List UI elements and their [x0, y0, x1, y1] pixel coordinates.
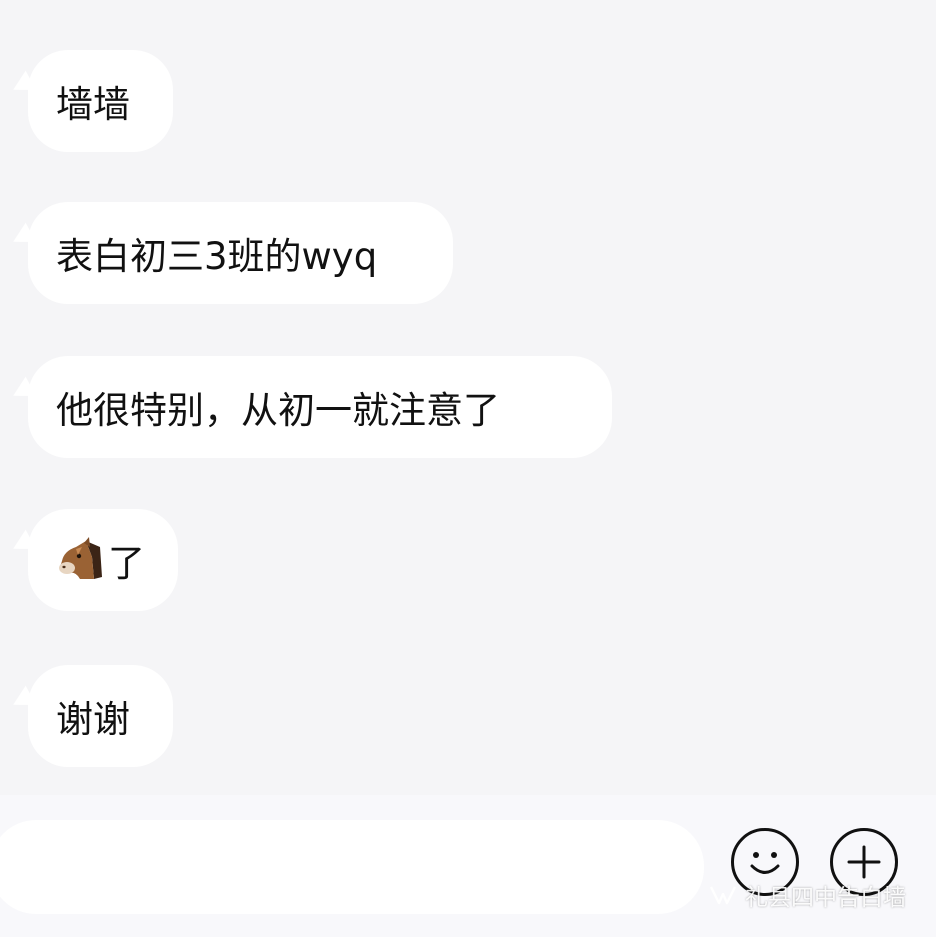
wechat-channels-icon [709, 886, 737, 905]
composer-bar [0, 795, 936, 937]
message-text: 他很特别，从初一就注意了 [56, 389, 500, 432]
message-bubble[interactable]: 表白初三3班的wyq [28, 202, 453, 304]
message-text: 墙墙 [56, 83, 130, 126]
message-text: 了 [108, 542, 145, 585]
watermark: 礼县四中告白墙 [709, 878, 906, 912]
watermark-text: 礼县四中告白墙 [745, 885, 906, 911]
message-text: 谢谢 [56, 698, 130, 741]
message-bubble[interactable]: 谢谢 [28, 665, 173, 767]
message-bubble[interactable]: 了 [28, 509, 178, 611]
message-bubble[interactable]: 他很特别，从初一就注意了 [28, 356, 612, 458]
horse-face-icon [56, 537, 106, 583]
message-bubble[interactable]: 墙墙 [28, 50, 173, 152]
message-text: 表白初三3班的wyq [56, 235, 378, 278]
message-list: 墙墙 表白初三3班的wyq 他很特别，从初一就注意了 了 谢谢 [0, 0, 936, 795]
message-input[interactable] [0, 820, 704, 914]
